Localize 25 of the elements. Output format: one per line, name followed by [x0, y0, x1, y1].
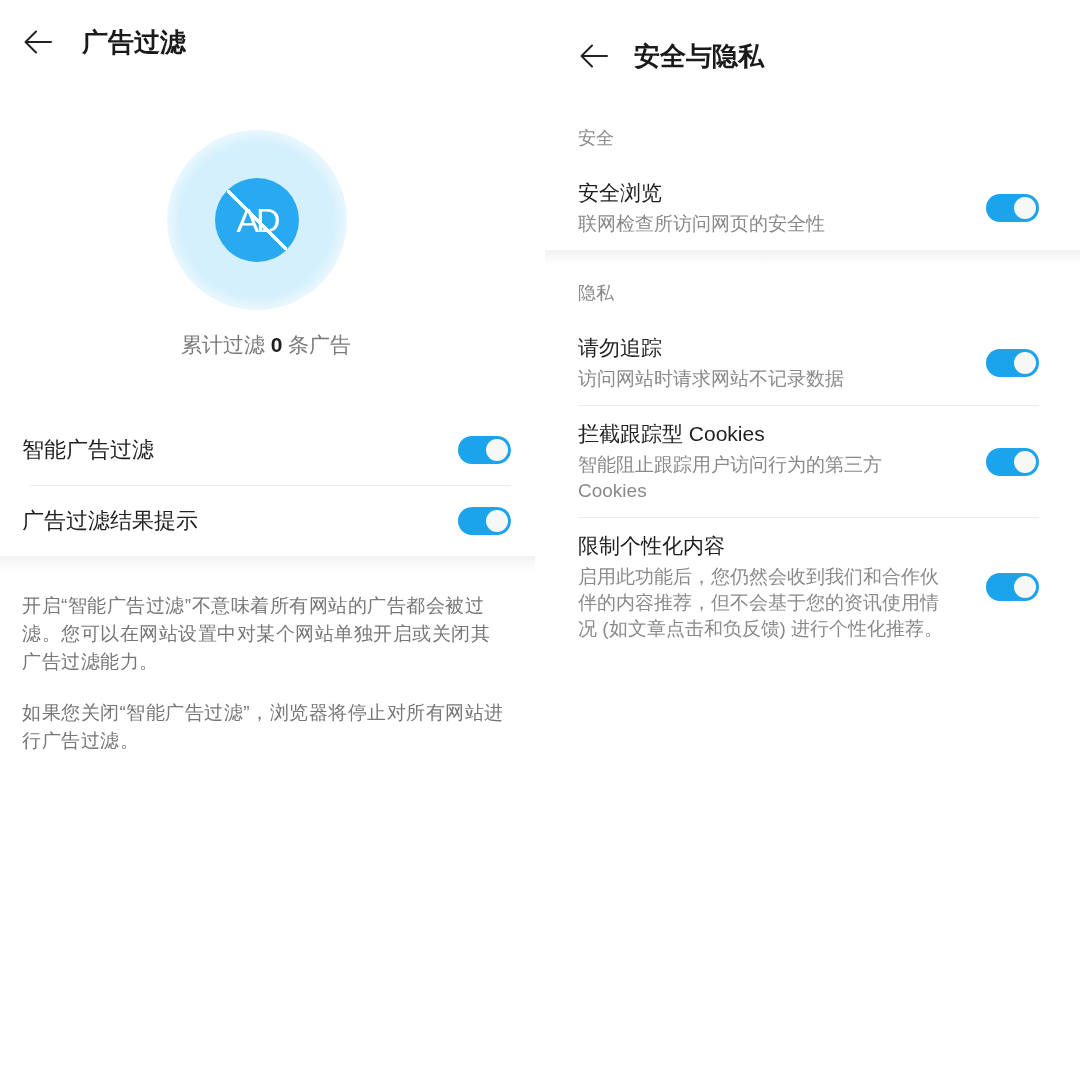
page-title: 安全与隐私 — [634, 40, 764, 72]
toggle-switch[interactable] — [986, 572, 1039, 601]
setting-label: 安全浏览 — [578, 180, 663, 206]
info-paragraph: 如果您关闭“智能广告过滤”，浏览器将停止对所有网站进行广告过滤。 — [22, 701, 505, 753]
toggle-switch[interactable] — [986, 348, 1039, 377]
setting-label: 广告过滤结果提示 — [22, 507, 198, 535]
info-paragraph: 开启“智能广告过滤”不意味着所有网站的广告都会被过滤。您可以在网站设置中对某个网站单独开启或关闭其广告过滤能力。 — [22, 594, 491, 674]
setting-description: 联网检查所访问网页的安全性 — [578, 212, 826, 236]
page-title: 广告过滤 — [82, 26, 186, 58]
setting-label: 拦截跟踪型 Cookies — [578, 421, 766, 447]
setting-description: 智能阻止跟踪用户访问行为的第三方 Cookies — [578, 453, 883, 503]
toggle-switch[interactable] — [458, 507, 511, 535]
setting-description: 访问网站时请求网站不记录数据 — [578, 367, 845, 391]
section-heading: 安全 — [578, 128, 614, 148]
setting-label: 请勿追踪 — [578, 335, 663, 361]
toggle-switch[interactable] — [458, 436, 511, 464]
filter-count-text: 累计过滤 0 条广告 — [180, 332, 352, 358]
section-heading: 隐私 — [578, 283, 614, 303]
back-arrow-icon[interactable] — [580, 44, 608, 68]
setting-label: 限制个性化内容 — [578, 533, 726, 559]
toggle-switch[interactable] — [986, 447, 1039, 476]
setting-description: 启用此功能后，您仍然会收到我们和合作伙伴的内容推荐，但不会基于您的资讯使用情况 (如文章点击和负反馈) 进行个性化推荐。 — [578, 565, 945, 641]
toggle-switch[interactable] — [986, 193, 1039, 222]
setting-label: 智能广告过滤 — [22, 436, 154, 464]
back-arrow-icon[interactable] — [24, 30, 52, 54]
